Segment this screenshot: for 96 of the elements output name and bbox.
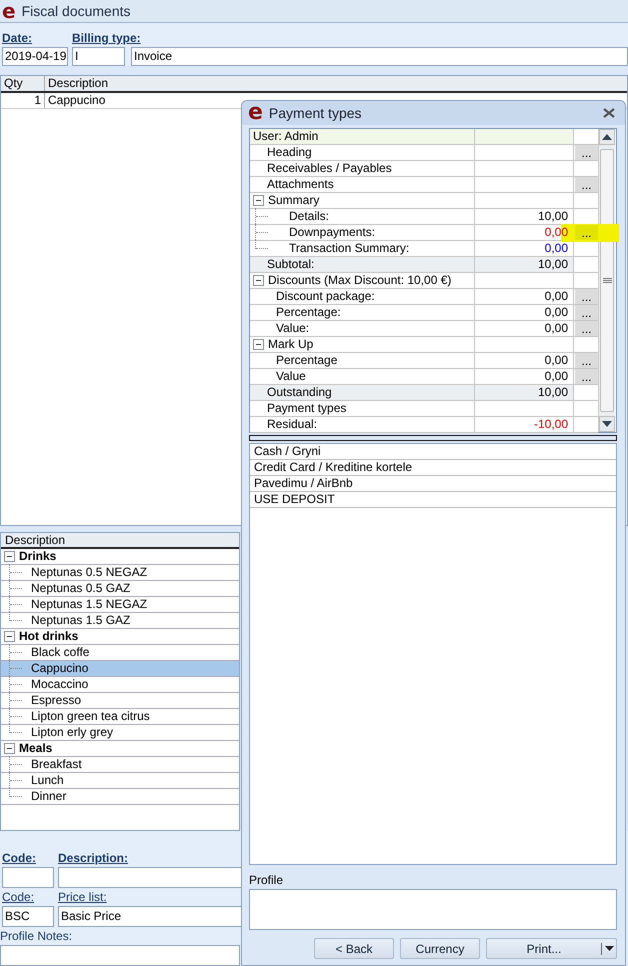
tree-item[interactable]: Espresso	[1, 693, 239, 710]
property-value: 0,00	[544, 369, 568, 383]
tree-item[interactable]: Lipton erly grey	[1, 725, 239, 742]
split-button[interactable]: Print...	[486, 938, 617, 959]
tree-item[interactable]: Neptunas 0.5 NEGAZ	[1, 565, 239, 582]
table-cell-text: Cappucino	[47, 92, 106, 108]
property-label: Percentage	[276, 353, 338, 368]
collapse-icon[interactable]	[253, 275, 264, 286]
field-label: Code:	[2, 890, 36, 904]
tree-item[interactable]: Breakfast	[1, 757, 239, 774]
scroll-up-icon[interactable]	[599, 129, 615, 145]
field-label: Profile	[249, 873, 284, 887]
input-field[interactable]: Invoice	[131, 46, 628, 66]
property-label: Residual:	[267, 417, 318, 432]
ellipsis-button[interactable]: ...	[575, 289, 598, 304]
column-header[interactable]: Description	[1, 533, 239, 550]
scroll-thumb[interactable]	[600, 149, 614, 412]
tree-group[interactable]: Meals	[19, 741, 52, 756]
property-label: Downpayments:	[289, 225, 376, 240]
field-label: Price list:	[58, 890, 108, 904]
property-value: 0,00	[544, 353, 568, 367]
tree-group[interactable]: Hot drinks	[19, 629, 78, 644]
dialog-title: Payment types	[268, 105, 363, 121]
tree-item[interactable]: Lipton green tea citrus	[1, 709, 239, 726]
tree-item[interactable]: Cappucino	[1, 661, 239, 678]
ellipsis-button[interactable]: ...	[575, 177, 598, 192]
ellipsis-button[interactable]: ...	[575, 369, 598, 384]
group-label: Mark Up	[268, 337, 314, 352]
property-label: Percentage:	[276, 305, 341, 320]
column-header[interactable]: Qty	[1, 76, 45, 91]
ellipsis-button[interactable]: ...	[575, 145, 598, 160]
property-value: 0,00	[544, 289, 568, 303]
list-item[interactable]: Credit Card / Kreditine kortele	[250, 460, 616, 476]
group-label: Summary	[268, 193, 320, 208]
app-logo: e	[248, 104, 263, 122]
field-label: Profile Notes:	[0, 929, 74, 943]
property-label: Value	[276, 369, 306, 384]
ellipsis-button[interactable]: ...	[575, 321, 598, 336]
property-value: 0,00	[544, 241, 568, 255]
field-label: Billing type:	[72, 30, 142, 45]
profile-field[interactable]	[249, 889, 617, 930]
property-value: 10,00	[538, 209, 568, 223]
splitter-bar[interactable]	[249, 435, 617, 441]
ellipsis-button[interactable]: ...	[575, 353, 598, 368]
ellipsis-button[interactable]: ...	[575, 225, 598, 240]
input-field[interactable]: 2019-04-19	[2, 46, 68, 66]
tree-item[interactable]: Neptunas 1.5 NEGAZ	[1, 597, 239, 614]
column-header[interactable]: Description	[45, 76, 627, 91]
collapse-icon[interactable]	[4, 743, 15, 754]
property-label: Attachments	[267, 177, 334, 192]
property-label: User: Admin	[253, 129, 318, 144]
property-value: 0,00	[544, 321, 568, 335]
tree-group[interactable]: Drinks	[19, 549, 56, 564]
property-label: Discount package:	[276, 289, 375, 304]
list-item[interactable]: USE DEPOSIT	[250, 492, 616, 508]
tree-item[interactable]: Neptunas 0.5 GAZ	[1, 581, 239, 598]
property-label: Subtotal:	[267, 257, 314, 272]
field-label: Date:	[2, 30, 34, 45]
dropdown-caret-icon[interactable]	[601, 942, 616, 954]
scrollbar[interactable]	[598, 129, 615, 432]
dialog-button[interactable]: Currency	[400, 938, 480, 959]
property-label: Outstanding	[267, 385, 332, 400]
property-label: Details:	[289, 209, 330, 224]
app-logo: e	[2, 2, 16, 20]
property-label: Transaction Summary:	[289, 241, 410, 256]
collapse-icon[interactable]	[253, 339, 264, 350]
tree-item[interactable]: Dinner	[1, 789, 239, 806]
property-label: Payment types	[267, 401, 346, 416]
tree-item[interactable]: Lunch	[1, 773, 239, 790]
scroll-down-icon[interactable]	[599, 416, 615, 432]
close-icon[interactable]	[603, 108, 615, 118]
list-item[interactable]: Pavedimu / AirBnb	[250, 476, 616, 492]
window-title: Fiscal documents	[22, 2, 131, 19]
field-label: Description:	[58, 851, 130, 865]
property-value: 10,00	[538, 257, 568, 271]
input-field[interactable]: I	[72, 46, 125, 66]
input-field[interactable]	[2, 867, 54, 888]
field-label: Code:	[2, 851, 37, 865]
collapse-icon[interactable]	[4, 551, 15, 562]
list-item[interactable]: Cash / Gryni	[250, 444, 616, 460]
property-label: Heading	[267, 145, 312, 160]
property-value: -10,00	[534, 417, 568, 431]
property-label: Value:	[276, 321, 310, 336]
ellipsis-button[interactable]: ...	[575, 305, 598, 320]
dialog-button[interactable]: < Back	[314, 938, 394, 959]
group-label: Discounts (Max Discount: 10,00 €)	[268, 273, 452, 288]
tree-item[interactable]: Mocaccino	[1, 677, 239, 694]
table-cell: 1	[1, 92, 45, 108]
input-field[interactable]: BSC	[2, 906, 54, 927]
property-label: Receivables / Payables	[267, 161, 392, 176]
notes-field[interactable]	[0, 945, 240, 966]
property-value: 10,00	[538, 385, 568, 399]
collapse-icon[interactable]	[4, 631, 15, 642]
collapse-icon[interactable]	[253, 195, 264, 206]
tree-item[interactable]: Neptunas 1.5 GAZ	[1, 613, 239, 630]
property-value: 0,00	[544, 305, 568, 319]
